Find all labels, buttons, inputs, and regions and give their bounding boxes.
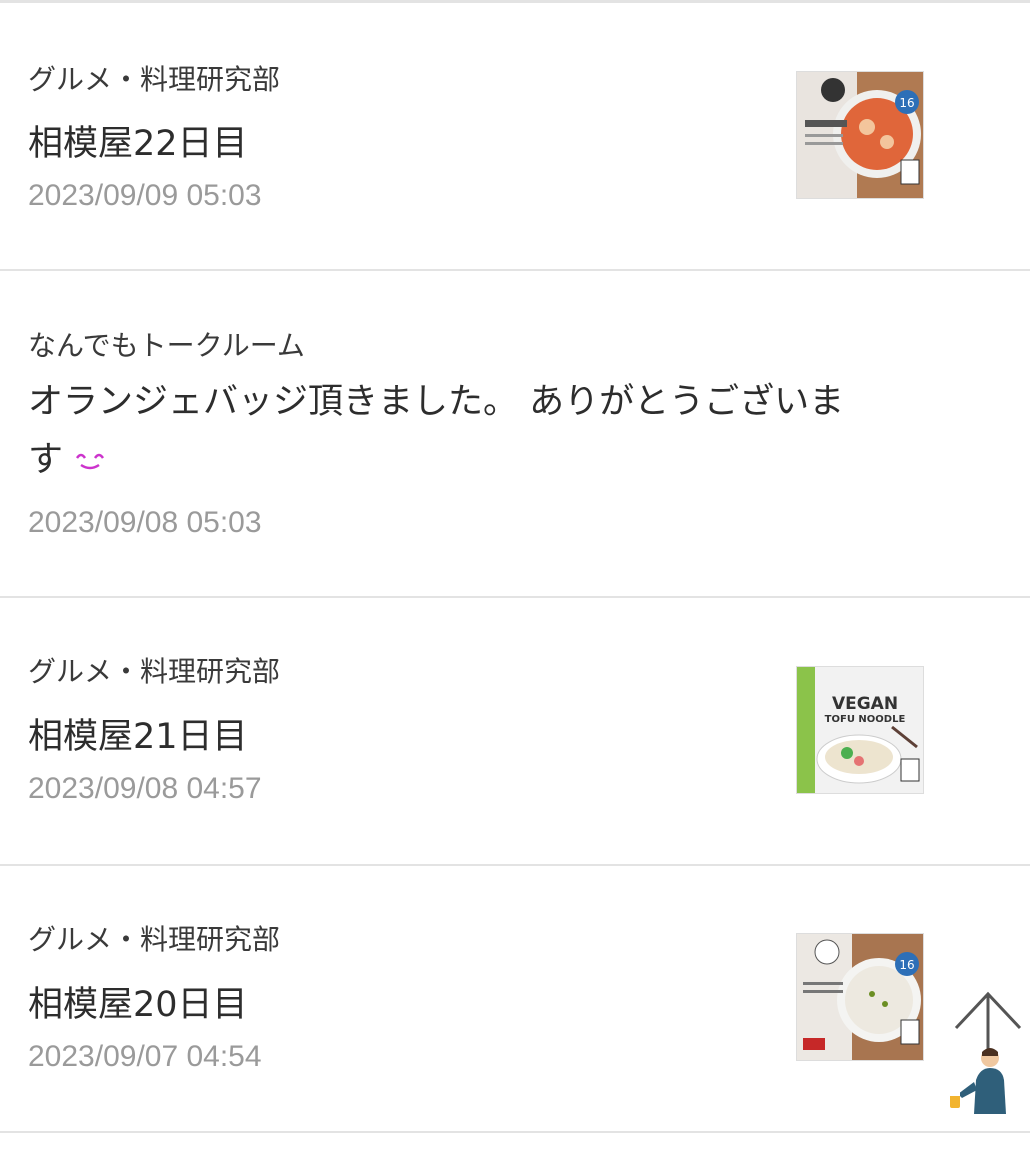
post-community: なんでもトークルーム	[28, 329, 305, 362]
post-community: グルメ・料理研究部	[28, 63, 281, 96]
post-date: 2023/09/08 04:57	[28, 772, 262, 805]
post-item[interactable]: グルメ・料理研究部 相模屋22日目 2023/09/09 05:03 16	[0, 3, 1030, 271]
post-community: グルメ・料理研究部	[28, 655, 281, 688]
post-thumbnail: VEGAN TOFU NOODLE	[796, 666, 924, 794]
post-thumbnail: 16	[796, 71, 924, 199]
post-item[interactable]: グルメ・料理研究部 相模屋20日目 2023/09/07 04:54 16	[0, 866, 1030, 1133]
post-item[interactable]: グルメ・料理研究部 相模屋21日目 2023/09/08 04:57 VEGAN…	[0, 598, 1030, 866]
post-title-line1: オランジェバッジ頂きました。 ありがとうございま	[28, 382, 845, 422]
scroll-to-top-icon	[950, 991, 1022, 1114]
thumb-badge: 16	[899, 958, 914, 972]
post-thumbnail: 16	[796, 933, 924, 1061]
post-title: オランジェバッジ頂きました。 ありがとうございま す	[28, 373, 908, 490]
post-title: 相模屋22日目	[28, 124, 248, 164]
smile-emoji-icon	[74, 432, 108, 490]
post-community: グルメ・料理研究部	[28, 923, 281, 956]
thumb-badge: 16	[899, 96, 914, 110]
post-title-line2: す	[28, 440, 64, 480]
post-date: 2023/09/09 05:03	[28, 179, 262, 212]
thumb-text2: TOFU NOODLE	[825, 714, 906, 725]
post-date: 2023/09/08 05:03	[28, 506, 262, 539]
post-title: 相模屋21日目	[28, 717, 248, 757]
post-item[interactable]: なんでもトークルーム オランジェバッジ頂きました。 ありがとうございま す 20…	[0, 271, 1030, 598]
post-date: 2023/09/07 04:54	[28, 1040, 262, 1073]
thumb-text1: VEGAN	[832, 694, 898, 714]
post-title: 相模屋20日目	[28, 985, 248, 1025]
scroll-to-top-button[interactable]	[944, 990, 1028, 1120]
